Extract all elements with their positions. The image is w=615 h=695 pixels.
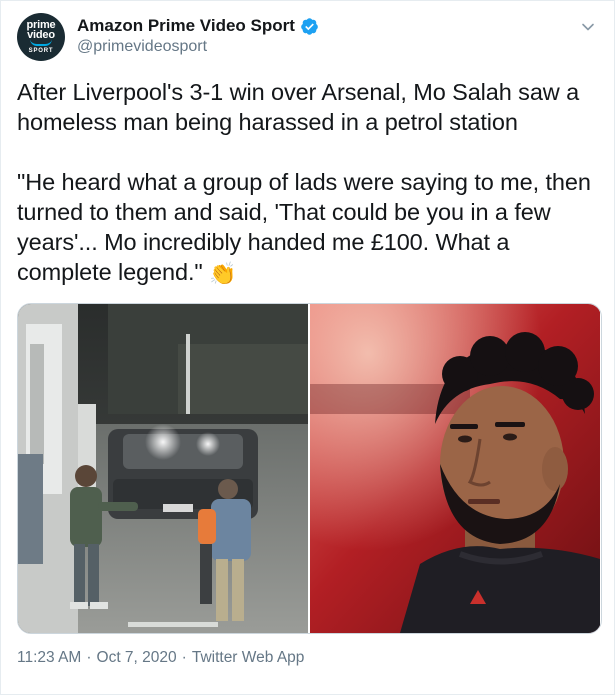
tweet-date[interactable]: Oct 7, 2020 — [97, 649, 177, 667]
avatar-text-3: SPORT — [28, 47, 54, 54]
tweet-text: After Liverpool's 3-1 win over Arsenal, … — [17, 77, 605, 289]
display-name[interactable]: Amazon Prime Video Sport — [77, 16, 295, 36]
chevron-down-icon[interactable] — [580, 19, 596, 35]
tweet-paragraph-1: After Liverpool's 3-1 win over Arsenal, … — [17, 79, 580, 135]
smile-logo-icon — [30, 39, 52, 46]
tweet-quote: "He heard what a group of lads were sayi… — [17, 169, 591, 285]
author-name-row[interactable]: Amazon Prime Video Sport — [77, 16, 319, 36]
media-grid — [17, 303, 602, 634]
avatar-text-1: prime — [26, 18, 56, 31]
meta-separator: · — [181, 649, 187, 666]
clapping-hands-icon: 👏 — [209, 260, 237, 286]
cctv-photo[interactable] — [18, 304, 308, 633]
author-handle[interactable]: @primevideosport — [77, 38, 207, 56]
tweet-source[interactable]: Twitter Web App — [192, 649, 305, 667]
meta-separator: · — [86, 649, 92, 666]
tweet-paragraph-2: "He heard what a group of lads were sayi… — [17, 167, 605, 289]
player-portrait-photo[interactable] — [310, 304, 600, 633]
verified-badge-icon — [301, 17, 318, 35]
tweet-meta: 11:23 AM · Oct 7, 2020 · Twitter Web App — [17, 649, 304, 667]
tweet-card: prime video SPORT Amazon Prime Video Spo… — [0, 0, 615, 695]
avatar[interactable]: prime video SPORT — [17, 13, 65, 61]
tweet-time[interactable]: 11:23 AM — [17, 649, 81, 667]
